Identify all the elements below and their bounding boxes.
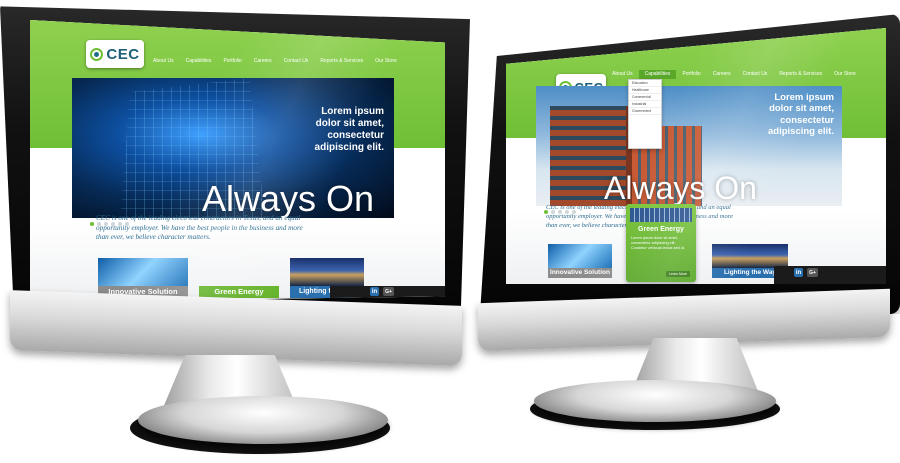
main-nav: About Us Capabilities Portfolio Careers …: [147, 57, 403, 66]
feature-tiles: Innovative Solution Green Energy Lightin…: [98, 258, 364, 298]
nav-careers[interactable]: Careers: [248, 57, 278, 66]
google-plus-icon[interactable]: G+: [383, 287, 394, 296]
dropdown-item[interactable]: Industrial: [629, 101, 661, 108]
hero-headline: Always On: [604, 170, 757, 206]
right-screen: CEC About Us Capabilities Portfolio Care…: [506, 28, 886, 284]
logo-text: CEC: [106, 45, 140, 63]
product-showcase: CEC About Us Capabilities Portfolio Care…: [0, 0, 900, 463]
left-website: CEC About Us Capabilities Portfolio Care…: [30, 20, 445, 302]
nav-contact[interactable]: Contact Us: [737, 70, 774, 79]
dropdown-item[interactable]: Healthcare: [629, 87, 661, 94]
hero-banner: Lorem ipsum dolor sit amet, consectetur …: [72, 78, 394, 218]
nav-store[interactable]: Our Store: [828, 70, 862, 79]
tile-spacer: [622, 244, 702, 278]
tile-innovative[interactable]: Innovative Solution: [98, 258, 188, 298]
nav-careers[interactable]: Careers: [707, 70, 737, 79]
nav-reports[interactable]: Reports & Services: [314, 57, 369, 66]
left-monitor: CEC About Us Capabilities Portfolio Care…: [0, 0, 470, 463]
nav-contact[interactable]: Contact Us: [278, 57, 315, 66]
social-links: in G+: [794, 268, 818, 277]
google-plus-icon[interactable]: G+: [807, 268, 818, 277]
main-nav: About Us Capabilities Portfolio Careers …: [606, 70, 862, 79]
site-logo[interactable]: CEC: [86, 40, 144, 68]
dropdown-item[interactable]: Commercial: [629, 94, 661, 101]
intro-text: CEC is one of the leading electrical con…: [96, 214, 303, 242]
hero-tagline: Lorem ipsum dolor sit amet, consectetur …: [314, 106, 384, 153]
solar-panel-image: [199, 258, 279, 286]
nav-store[interactable]: Our Store: [369, 57, 403, 66]
hero-headline: Always On: [202, 178, 375, 218]
dropdown-item[interactable]: Government: [629, 108, 661, 115]
nav-about[interactable]: About Us: [147, 57, 180, 66]
feature-tiles: Innovative Solution Lighting the Way: [548, 244, 788, 278]
popup-title: Green Energy: [638, 226, 684, 233]
right-website: CEC About Us Capabilities Portfolio Care…: [506, 28, 886, 284]
right-monitor: CEC About Us Capabilities Portfolio Care…: [470, 0, 900, 463]
nav-capabilities[interactable]: Capabilities: [638, 70, 677, 79]
hero-tagline: Lorem ipsum dolor sit amet, consectetur …: [768, 92, 834, 138]
left-stand-base: [138, 396, 388, 444]
tile-label: Innovative Solution: [548, 268, 612, 278]
footer-bar: [774, 266, 886, 284]
hero-banner: Lorem ipsum dolor sit amet, consectetur …: [536, 86, 842, 206]
left-screen: CEC About Us Capabilities Portfolio Care…: [30, 20, 445, 302]
solar-panel-image: [630, 208, 692, 222]
nav-about[interactable]: About Us: [606, 70, 639, 79]
linkedin-icon[interactable]: in: [370, 287, 379, 296]
nav-portfolio[interactable]: Portfolio: [217, 57, 247, 66]
right-stand-base: [534, 380, 776, 422]
glass-building-image: [98, 258, 188, 286]
tile-innovative[interactable]: Innovative Solution: [548, 244, 612, 278]
slider-dot[interactable]: [90, 222, 94, 226]
capabilities-dropdown: Education Healthcare Commercial Industri…: [628, 79, 662, 149]
social-links: in G+: [370, 287, 394, 296]
nav-portfolio[interactable]: Portfolio: [676, 70, 706, 79]
nav-capabilities[interactable]: Capabilities: [180, 57, 218, 66]
dropdown-item[interactable]: Education: [629, 80, 661, 87]
linkedin-icon[interactable]: in: [794, 268, 803, 277]
logo-icon: [90, 47, 104, 61]
nav-reports[interactable]: Reports & Services: [773, 70, 828, 79]
glass-building-image: [548, 244, 612, 268]
tile-green-energy[interactable]: Green Energy: [199, 258, 279, 298]
night-skyline-image: [290, 258, 364, 286]
night-skyline-image: [712, 244, 788, 268]
